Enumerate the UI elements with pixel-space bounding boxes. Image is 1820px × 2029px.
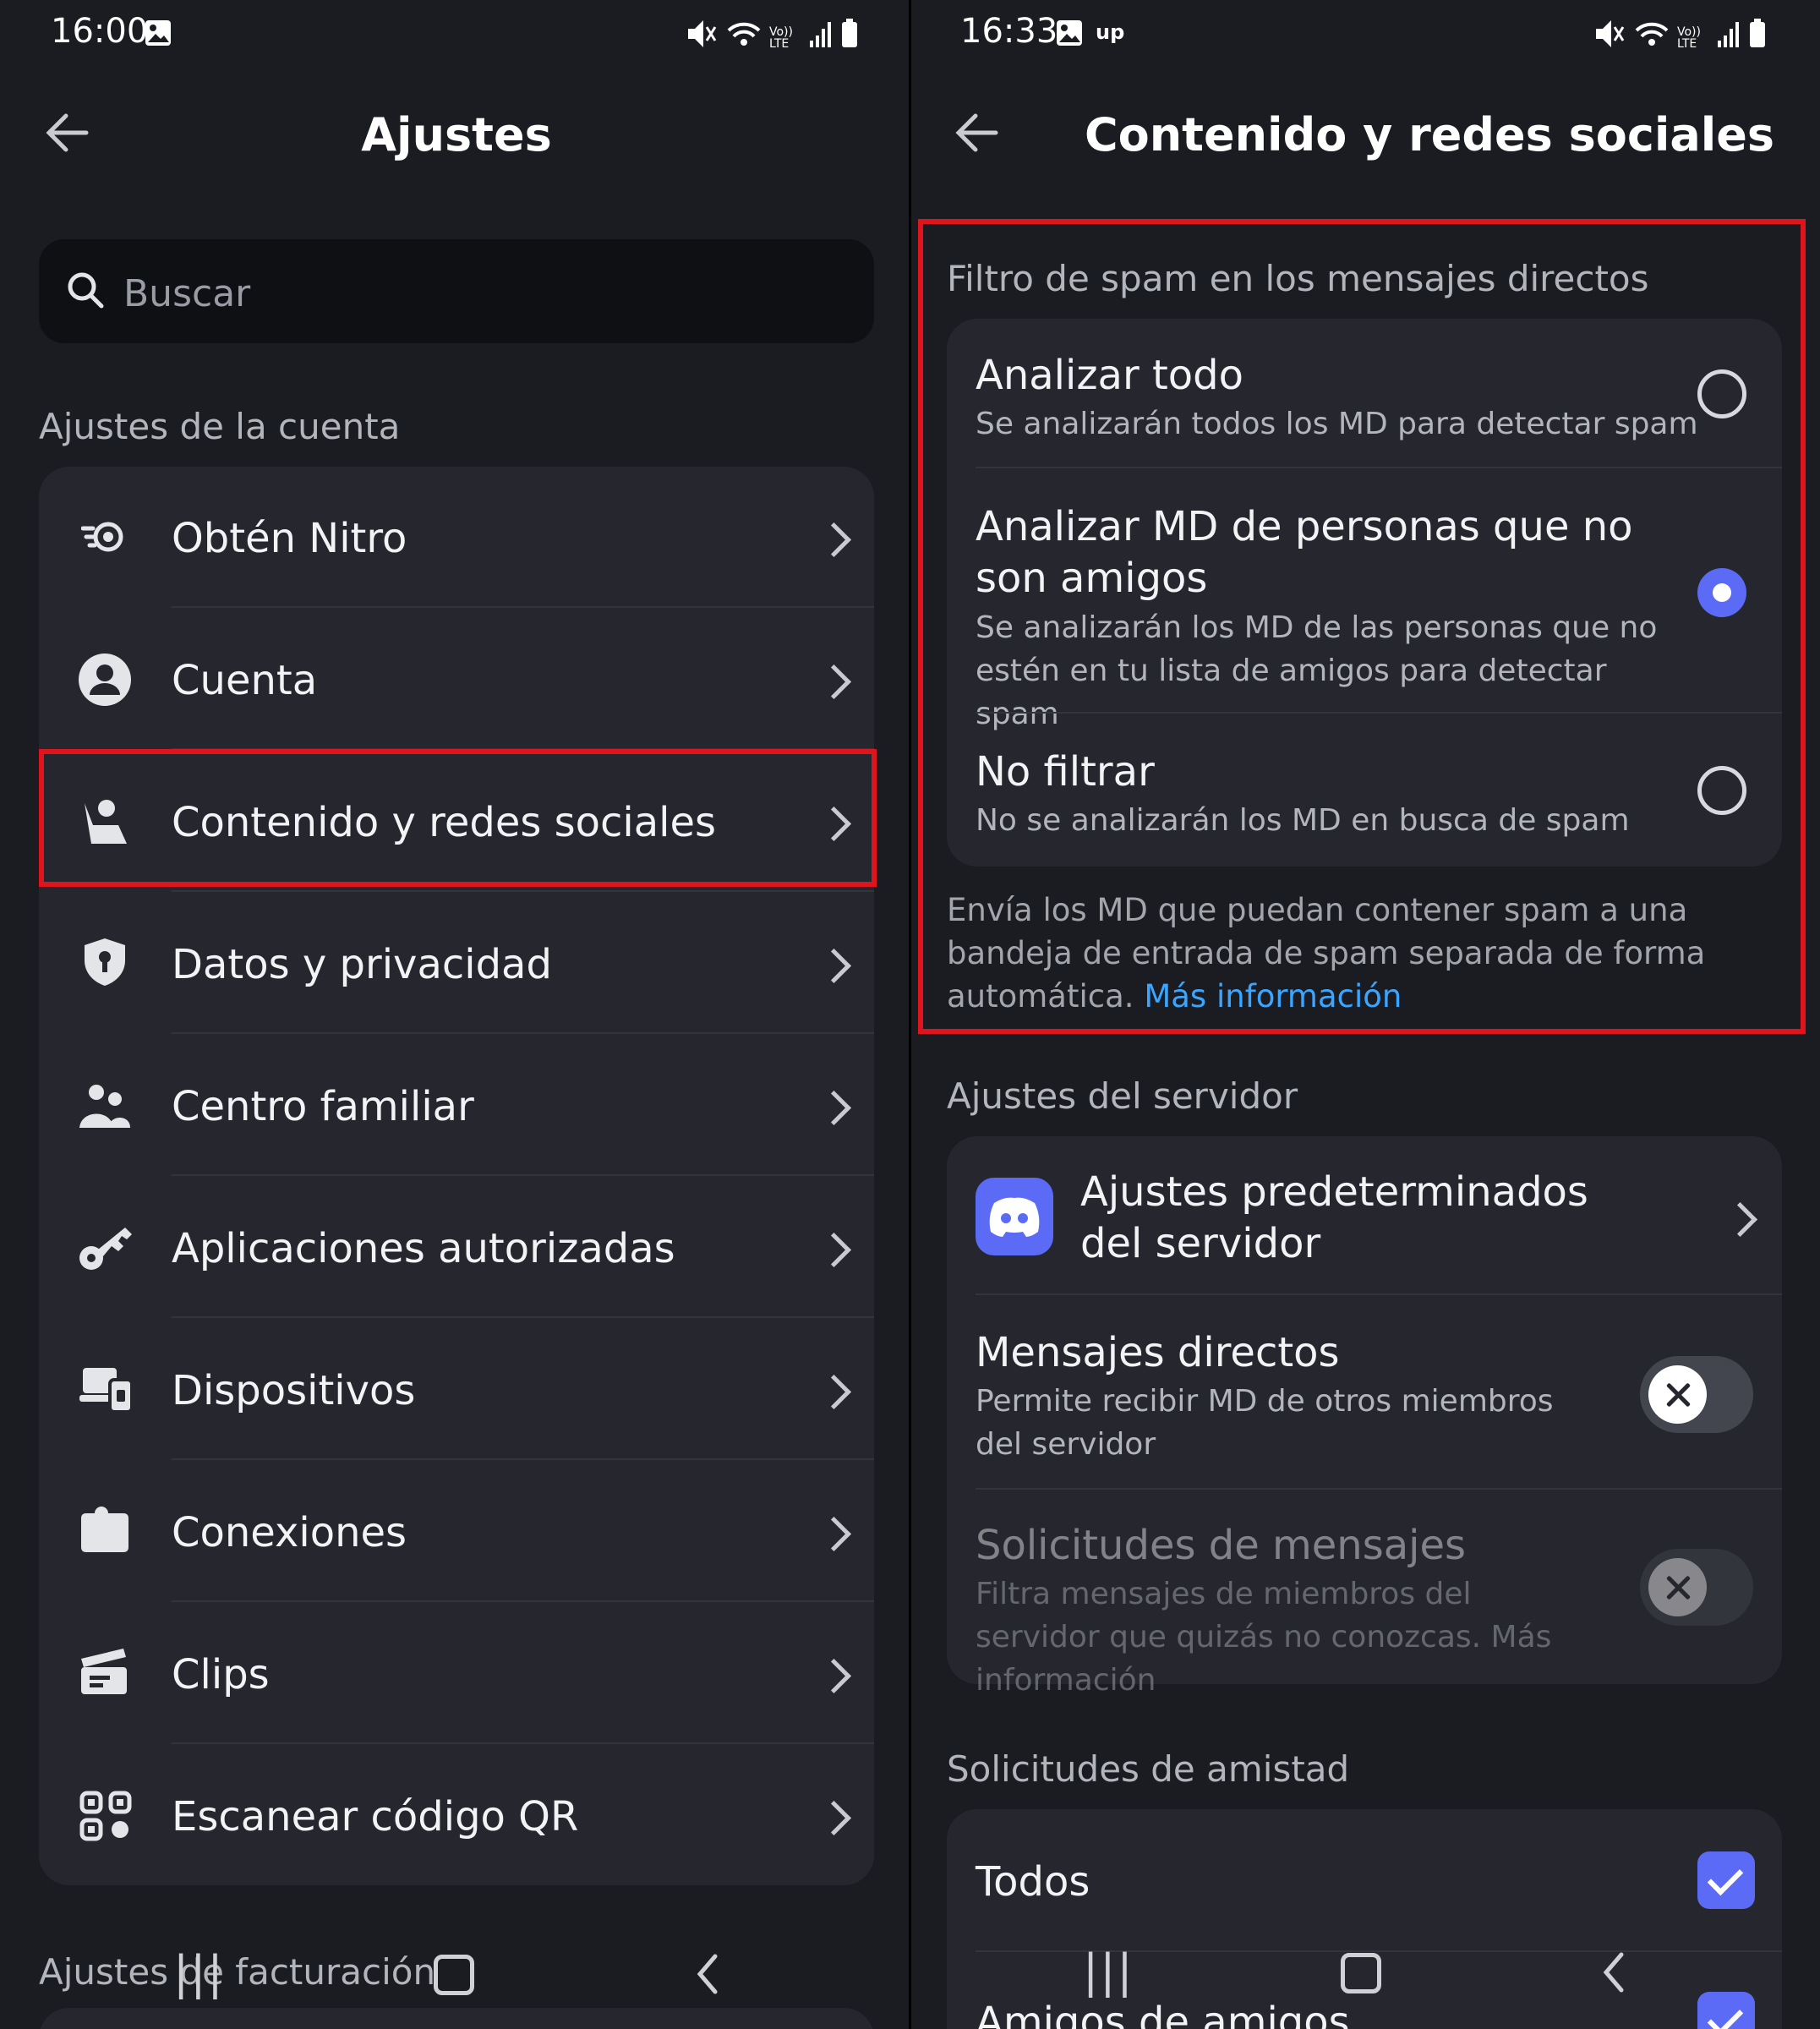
menu-item-label: Obtén Nitro bbox=[172, 515, 407, 562]
toggle-off-x-icon bbox=[1648, 1558, 1707, 1616]
radio-button-selected[interactable] bbox=[1697, 568, 1746, 617]
divider bbox=[172, 1316, 874, 1318]
radio-button[interactable] bbox=[1697, 766, 1746, 815]
shield-icon bbox=[85, 938, 125, 986]
menu-item-account[interactable] bbox=[39, 609, 874, 751]
menu-item-label: Dispositivos bbox=[172, 1367, 416, 1414]
divider bbox=[172, 890, 874, 892]
spam-footer: Envía los MD que puedan contener spam a … bbox=[947, 889, 1737, 1018]
menu-item-connections[interactable] bbox=[39, 1461, 874, 1603]
friend-fof-label: Amigos de amigos bbox=[976, 1999, 1350, 2029]
content-social-screen: 16:33 up Vo)) LTE Contenido y redes socia… bbox=[911, 0, 1820, 2029]
divider bbox=[172, 1174, 874, 1176]
devices-icon bbox=[79, 1368, 134, 1412]
upload-icon: up bbox=[1096, 20, 1124, 44]
svg-text:LTE: LTE bbox=[769, 37, 789, 51]
puzzle-icon bbox=[81, 1507, 128, 1552]
divider bbox=[172, 1600, 874, 1602]
more-info-link[interactable]: Más información bbox=[1144, 978, 1402, 1014]
divider bbox=[172, 1032, 874, 1034]
gallery-icon bbox=[1057, 20, 1082, 46]
home-button[interactable] bbox=[1341, 1953, 1381, 1993]
page-title: Contenido y redes sociales bbox=[1085, 108, 1775, 161]
status-icons: Vo))LTE bbox=[688, 19, 857, 51]
recent-apps-button[interactable]: ||| bbox=[1083, 1944, 1134, 1998]
highlight-box bbox=[39, 749, 877, 887]
menu-item-label: Escanear código QR bbox=[172, 1793, 579, 1840]
section-friend-requests: Solicitudes de amistad bbox=[947, 1748, 1350, 1790]
section-account-settings: Ajustes de la cuenta bbox=[39, 406, 401, 447]
server-defaults-label: Ajustes predeterminados del servidor bbox=[1080, 1168, 1588, 1267]
settings-screen: 16:00 Vo)) LTE Ajustes Buscar Ajustes de … bbox=[0, 0, 909, 2029]
nav-back-icon[interactable] bbox=[695, 1953, 720, 1995]
key-icon bbox=[79, 1228, 132, 1270]
qr-code-icon bbox=[79, 1791, 132, 1841]
nitro-icon bbox=[81, 522, 123, 552]
status-time: 16:00 bbox=[51, 12, 149, 51]
home-button[interactable] bbox=[434, 1955, 474, 1995]
message-requests-row: Solicitudes de mensajes Filtra mensajes … bbox=[947, 1490, 1782, 1698]
friend-all-label: Todos bbox=[976, 1858, 1090, 1906]
svg-text:LTE: LTE bbox=[1677, 37, 1697, 51]
section-billing-settings: Ajustes de facturación bbox=[39, 1951, 436, 1993]
divider bbox=[172, 606, 874, 608]
checkbox-checked[interactable] bbox=[1697, 1992, 1755, 2029]
menu-item-label: Centro familiar bbox=[172, 1083, 474, 1130]
dm-toggle[interactable] bbox=[1640, 1356, 1753, 1433]
menu-item-label: Cuenta bbox=[172, 657, 318, 704]
dm-title: Mensajes directos bbox=[976, 1329, 1340, 1376]
option-desc: No se analizarán los MD en busca de spam bbox=[976, 803, 1630, 838]
svg-text:up: up bbox=[1096, 20, 1124, 44]
dm-desc: Permite recibir MD de otros miembros del… bbox=[976, 1384, 1554, 1462]
search-placeholder: Buscar bbox=[123, 272, 251, 315]
menu-item-label: Aplicaciones autorizadas bbox=[172, 1225, 675, 1272]
billing-card bbox=[39, 2008, 874, 2029]
search-icon bbox=[68, 272, 104, 309]
menu-item-label: Clips bbox=[172, 1651, 270, 1698]
requests-title: Solicitudes de mensajes bbox=[976, 1522, 1467, 1569]
status-time: 16:33 bbox=[960, 12, 1058, 51]
toggle-off-x-icon bbox=[1648, 1365, 1707, 1424]
recent-apps-button[interactable]: ||| bbox=[173, 1946, 225, 1999]
family-icon bbox=[79, 1085, 130, 1128]
option-title: Analizar MD de personas que no son amigo… bbox=[976, 503, 1633, 602]
status-icons: Vo))LTE bbox=[1596, 19, 1765, 51]
divider bbox=[172, 1458, 874, 1460]
page-title: Ajustes bbox=[361, 108, 552, 161]
section-server-settings: Ajustes del servidor bbox=[947, 1075, 1298, 1117]
divider bbox=[172, 1742, 874, 1744]
discord-logo-icon bbox=[976, 1178, 1053, 1255]
option-desc: Se analizarán todos los MD para detectar… bbox=[976, 407, 1698, 441]
menu-item-clips[interactable] bbox=[39, 1603, 874, 1745]
nav-back-icon[interactable] bbox=[1601, 1951, 1626, 1993]
checkbox-checked[interactable] bbox=[1697, 1851, 1755, 1909]
option-title: No filtrar bbox=[976, 748, 1155, 796]
clapperboard-icon bbox=[81, 1649, 127, 1694]
requests-toggle[interactable] bbox=[1640, 1549, 1753, 1626]
menu-item-label: Conexiones bbox=[172, 1509, 407, 1556]
menu-item-label: Datos y privacidad bbox=[172, 941, 552, 988]
requests-desc: Filtra mensajes de miembros del servidor… bbox=[976, 1577, 1552, 1698]
option-title: Analizar todo bbox=[976, 352, 1243, 399]
section-spam-filter: Filtro de spam en los mensajes directos bbox=[947, 258, 1649, 299]
menu-item-nitro[interactable] bbox=[39, 467, 874, 609]
menu-item-devices[interactable] bbox=[39, 1319, 874, 1461]
account-icon bbox=[79, 654, 131, 706]
back-arrow-icon[interactable] bbox=[954, 112, 1001, 154]
gallery-icon bbox=[145, 20, 171, 46]
radio-button[interactable] bbox=[1697, 369, 1746, 418]
